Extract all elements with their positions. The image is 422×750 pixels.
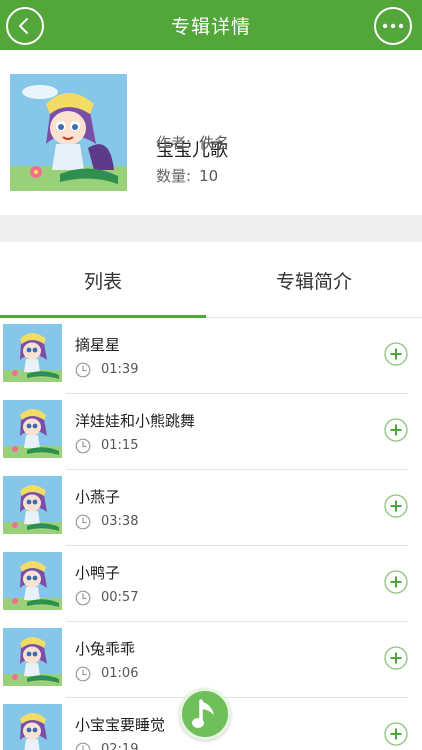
plus-circle-icon[interactable] xyxy=(384,494,408,518)
song-duration: 01:39 xyxy=(101,362,139,377)
cartoon-girl-image xyxy=(3,400,62,458)
author-label: 作者: xyxy=(156,134,192,152)
song-list: 摘星星 01:39 洋娃娃和小熊跳舞 01:15 小燕子 03:38 小鸭子 0… xyxy=(0,318,422,750)
song-duration: 01:06 xyxy=(101,666,139,681)
tab-album-intro[interactable]: 专辑简介 xyxy=(206,242,422,318)
song-thumbnail xyxy=(3,476,62,534)
song-title: 小宝宝要睡觉 xyxy=(75,716,166,734)
clock-icon xyxy=(75,438,91,454)
count-value: 10 xyxy=(199,167,219,185)
plus-circle-icon[interactable] xyxy=(384,418,408,442)
cartoon-girl-image xyxy=(3,476,62,534)
song-duration: 02:19 xyxy=(101,742,139,750)
song-duration: 03:38 xyxy=(101,514,139,529)
music-player-button[interactable] xyxy=(179,688,231,740)
song-thumbnail xyxy=(3,552,62,610)
cartoon-girl-image xyxy=(3,552,62,610)
more-dots-icon xyxy=(382,23,404,29)
song-thumbnail xyxy=(3,628,62,686)
music-note-icon xyxy=(192,699,214,728)
song-duration: 00:57 xyxy=(101,590,139,605)
song-row[interactable]: 摘星星 01:39 xyxy=(0,318,422,394)
tab-bar: 列表 专辑简介 xyxy=(0,242,422,318)
song-thumbnail xyxy=(3,324,62,382)
album-author: 作者: 佚名 xyxy=(156,132,229,153)
chevron-left-icon xyxy=(19,18,28,34)
cartoon-girl-image xyxy=(3,324,62,382)
clock-icon xyxy=(75,362,91,378)
clock-icon xyxy=(75,514,91,530)
song-thumbnail xyxy=(3,400,62,458)
cartoon-girl-image xyxy=(10,74,127,191)
page-title: 专辑详情 xyxy=(170,15,251,38)
song-duration: 01:15 xyxy=(101,438,139,453)
navigation-bar: 专辑详情 xyxy=(0,0,422,50)
album-count: 数量: 10 xyxy=(156,165,218,186)
author-value: 佚名 xyxy=(199,134,230,152)
clock-icon xyxy=(75,742,91,750)
back-button[interactable] xyxy=(6,7,44,45)
clock-icon xyxy=(75,590,91,606)
song-thumbnail xyxy=(3,704,62,750)
section-divider xyxy=(0,215,422,242)
song-row[interactable]: 小兔乖乖 01:06 xyxy=(0,622,422,698)
song-title: 摘星星 xyxy=(75,336,121,354)
song-title: 洋娃娃和小熊跳舞 xyxy=(75,412,196,430)
cartoon-girl-image xyxy=(3,704,62,750)
song-row[interactable]: 小燕子 03:38 xyxy=(0,470,422,546)
song-title: 小鸭子 xyxy=(75,564,121,582)
song-title: 小燕子 xyxy=(75,488,121,506)
tab-list[interactable]: 列表 xyxy=(0,242,206,318)
plus-circle-icon[interactable] xyxy=(384,646,408,670)
plus-circle-icon[interactable] xyxy=(384,570,408,594)
more-button[interactable] xyxy=(374,7,412,45)
album-cover xyxy=(10,74,127,191)
count-label: 数量: xyxy=(156,167,192,185)
album-info: 宝宝儿歌 作者: 佚名 数量: 10 xyxy=(0,50,422,215)
plus-circle-icon[interactable] xyxy=(384,722,408,746)
cartoon-girl-image xyxy=(3,628,62,686)
song-title: 小兔乖乖 xyxy=(75,640,136,658)
song-row[interactable]: 洋娃娃和小熊跳舞 01:15 xyxy=(0,394,422,470)
clock-icon xyxy=(75,666,91,682)
plus-circle-icon[interactable] xyxy=(384,342,408,366)
song-row[interactable]: 小鸭子 00:57 xyxy=(0,546,422,622)
album-detail-page: 专辑详情 宝宝儿歌 作者: 佚名 数量: 10 列表 专辑简介 摘星星 01:3… xyxy=(0,0,422,750)
